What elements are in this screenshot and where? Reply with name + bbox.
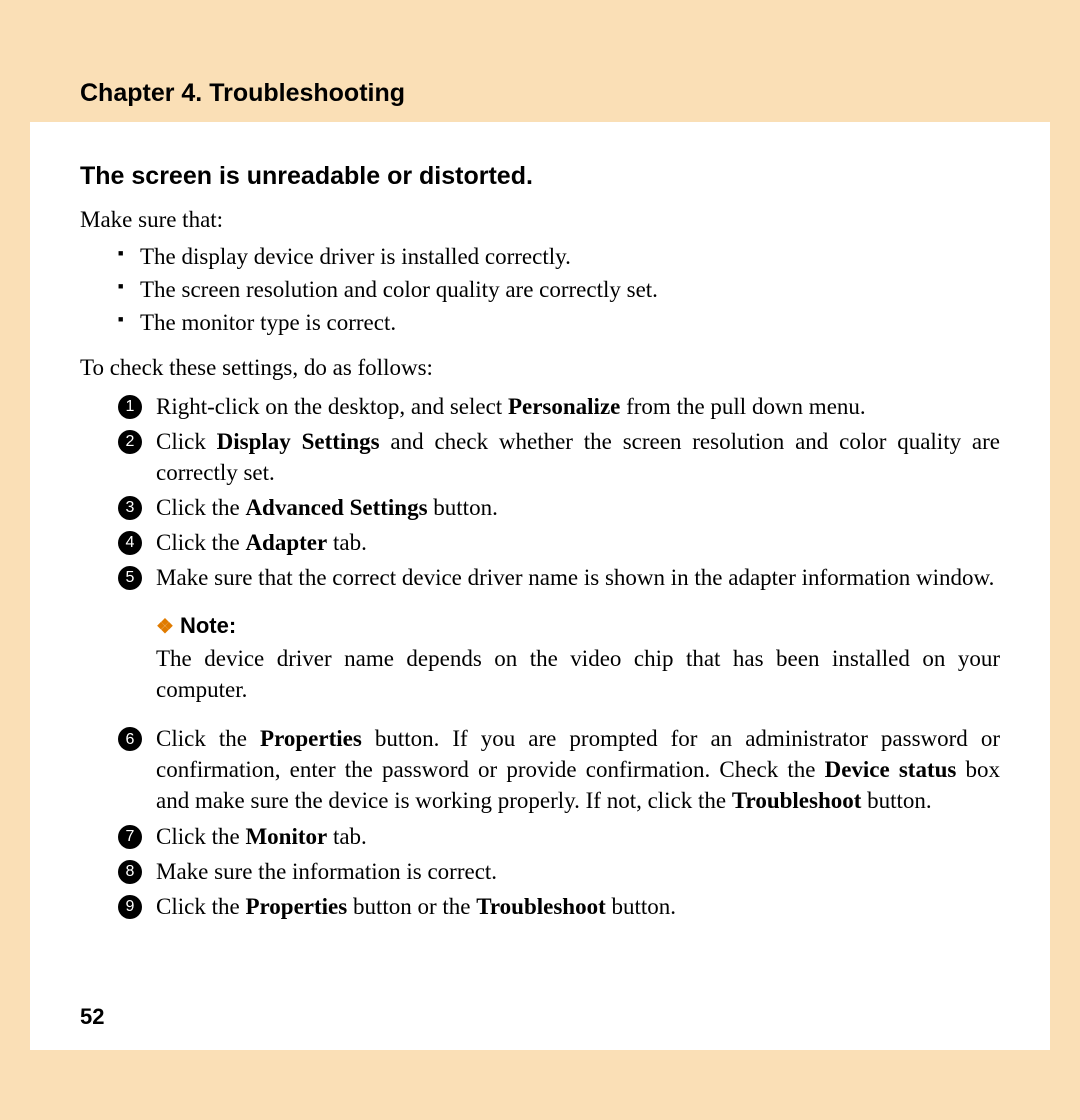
step-text: Make sure that the correct device driver… — [156, 565, 994, 590]
step-text: Click the Adapter tab. — [156, 530, 367, 555]
step-number-icon: 6 — [118, 727, 142, 751]
list-item: The screen resolution and color quality … — [118, 274, 1000, 305]
step-number-icon: 7 — [118, 825, 142, 849]
check-bullet-list: The display device driver is installed c… — [80, 241, 1000, 338]
steps-list-continued: 6 Click the Properties button. If you ar… — [80, 723, 1000, 921]
step-number-icon: 5 — [118, 566, 142, 590]
step-text: Click the Monitor tab. — [156, 824, 367, 849]
step-text: Right-click on the desktop, and select P… — [156, 394, 866, 419]
content-area: The screen is unreadable or distorted. M… — [30, 122, 1050, 926]
page-number: 52 — [80, 1004, 104, 1030]
section-title: The screen is unreadable or distorted. — [80, 160, 1000, 194]
step-item: 1 Right-click on the desktop, and select… — [118, 391, 1000, 422]
step-text: Click the Advanced Settings button. — [156, 495, 498, 520]
step-item: 8 Make sure the information is correct. — [118, 856, 1000, 887]
step-item: 4 Click the Adapter tab. — [118, 527, 1000, 558]
step-item: 6 Click the Properties button. If you ar… — [118, 723, 1000, 816]
step-item: 7 Click the Monitor tab. — [118, 821, 1000, 852]
step-number-icon: 4 — [118, 531, 142, 555]
note-block: ❖ Note: The device driver name depends on… — [156, 611, 1000, 705]
list-item: The display device driver is installed c… — [118, 241, 1000, 272]
note-heading: ❖ Note: — [156, 611, 1000, 641]
step-text: Click Display Settings and check whether… — [156, 429, 1000, 485]
chapter-title: Chapter 4. Troubleshooting — [80, 79, 405, 108]
step-number-icon: 2 — [118, 430, 142, 454]
step-item: 5 Make sure that the correct device driv… — [118, 562, 1000, 705]
step-text: Click the Properties button or the Troub… — [156, 894, 676, 919]
note-label: Note: — [180, 613, 236, 638]
step-number-icon: 8 — [118, 860, 142, 884]
step-text: Click the Properties button. If you are … — [156, 726, 1000, 813]
step-number-icon: 1 — [118, 395, 142, 419]
step-text: Make sure the information is correct. — [156, 859, 497, 884]
list-item: The monitor type is correct. — [118, 307, 1000, 338]
document-page: Chapter 4. Troubleshooting The screen is… — [30, 40, 1050, 1050]
step-number-icon: 3 — [118, 496, 142, 520]
step-item: 3 Click the Advanced Settings button. — [118, 492, 1000, 523]
note-body: The device driver name depends on the vi… — [156, 643, 1000, 705]
step-item: 2 Click Display Settings and check wheth… — [118, 426, 1000, 488]
step-item: 9 Click the Properties button or the Tro… — [118, 891, 1000, 922]
step-number-icon: 9 — [118, 895, 142, 919]
chapter-header: Chapter 4. Troubleshooting — [30, 40, 1050, 122]
lead-text: To check these settings, do as follows: — [80, 352, 1000, 383]
note-icon: ❖ — [156, 616, 174, 638]
steps-list: 1 Right-click on the desktop, and select… — [80, 391, 1000, 705]
intro-text: Make sure that: — [80, 204, 1000, 235]
